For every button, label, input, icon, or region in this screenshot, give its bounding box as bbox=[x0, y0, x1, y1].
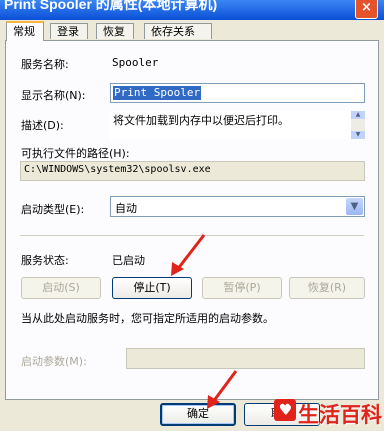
start-button[interactable]: 启动(S) bbox=[21, 277, 101, 299]
exe-path-value: C:\WINDOWS\system32\spoolsv.exe bbox=[24, 164, 211, 175]
logo-icon: ♥ bbox=[274, 399, 296, 421]
arrow-to-stop-icon bbox=[171, 234, 206, 276]
start-params-label: 启动参数(M): bbox=[21, 355, 87, 368]
startup-type-select[interactable]: 自动 ▼ bbox=[110, 196, 365, 217]
start-params-hint: 当从此处启动服务时，您可指定所适用的启动参数。 bbox=[21, 312, 274, 325]
startup-type-value: 自动 bbox=[115, 202, 137, 215]
pause-button[interactable]: 暂停(P) bbox=[202, 277, 282, 299]
watermark: ♥ 生活百科 bbox=[274, 399, 382, 429]
tab-dependencies[interactable]: 依存关系 bbox=[144, 23, 212, 39]
display-name-field[interactable]: Print Spooler bbox=[110, 83, 365, 103]
window-title: Print Spooler 的属性(本地计算机) bbox=[4, 0, 218, 12]
service-name-value: Spooler bbox=[112, 56, 159, 69]
display-name-value: Print Spooler bbox=[113, 86, 202, 100]
start-params-field[interactable] bbox=[126, 348, 365, 369]
title-bar: Print Spooler 的属性(本地计算机) × bbox=[0, 0, 384, 20]
tab-logon[interactable]: 登录 bbox=[50, 23, 88, 39]
arrow-to-ok-icon bbox=[207, 370, 238, 409]
startup-type-label: 启动类型(E): bbox=[21, 203, 85, 216]
general-panel: 服务名称: Spooler 显示名称(N): Print Spooler 描述(… bbox=[5, 40, 379, 400]
close-icon: × bbox=[361, 0, 372, 15]
resume-button[interactable]: 恢复(R) bbox=[289, 277, 365, 299]
scroll-up-icon[interactable]: ▲ bbox=[351, 111, 365, 119]
chevron-down-icon[interactable]: ▼ bbox=[346, 198, 363, 215]
tab-general[interactable]: 常规 bbox=[6, 21, 44, 41]
description-label: 描述(D): bbox=[21, 119, 64, 132]
watermark-text: 生活百科 bbox=[298, 403, 382, 427]
scroll-down-icon[interactable]: ▼ bbox=[351, 131, 365, 139]
description-field[interactable]: 将文件加载到内存中以便迟后打印。 ▲ ▼ bbox=[110, 111, 365, 139]
tab-recovery[interactable]: 恢复 bbox=[96, 23, 134, 39]
service-status-label: 服务状态: bbox=[21, 254, 69, 267]
description-value: 将文件加载到内存中以便迟后打印。 bbox=[113, 114, 289, 127]
close-button[interactable]: × bbox=[355, 0, 378, 19]
stop-button[interactable]: 停止(T) bbox=[112, 277, 192, 299]
exe-path-label: 可执行文件的路径(H): bbox=[21, 147, 130, 160]
service-name-label: 服务名称: bbox=[21, 58, 69, 71]
display-name-label: 显示名称(N): bbox=[21, 89, 86, 102]
exe-path-field: C:\WINDOWS\system32\spoolsv.exe bbox=[20, 161, 365, 181]
service-status-value: 已启动 bbox=[112, 254, 145, 267]
description-scrollbar[interactable]: ▲ ▼ bbox=[351, 111, 365, 139]
